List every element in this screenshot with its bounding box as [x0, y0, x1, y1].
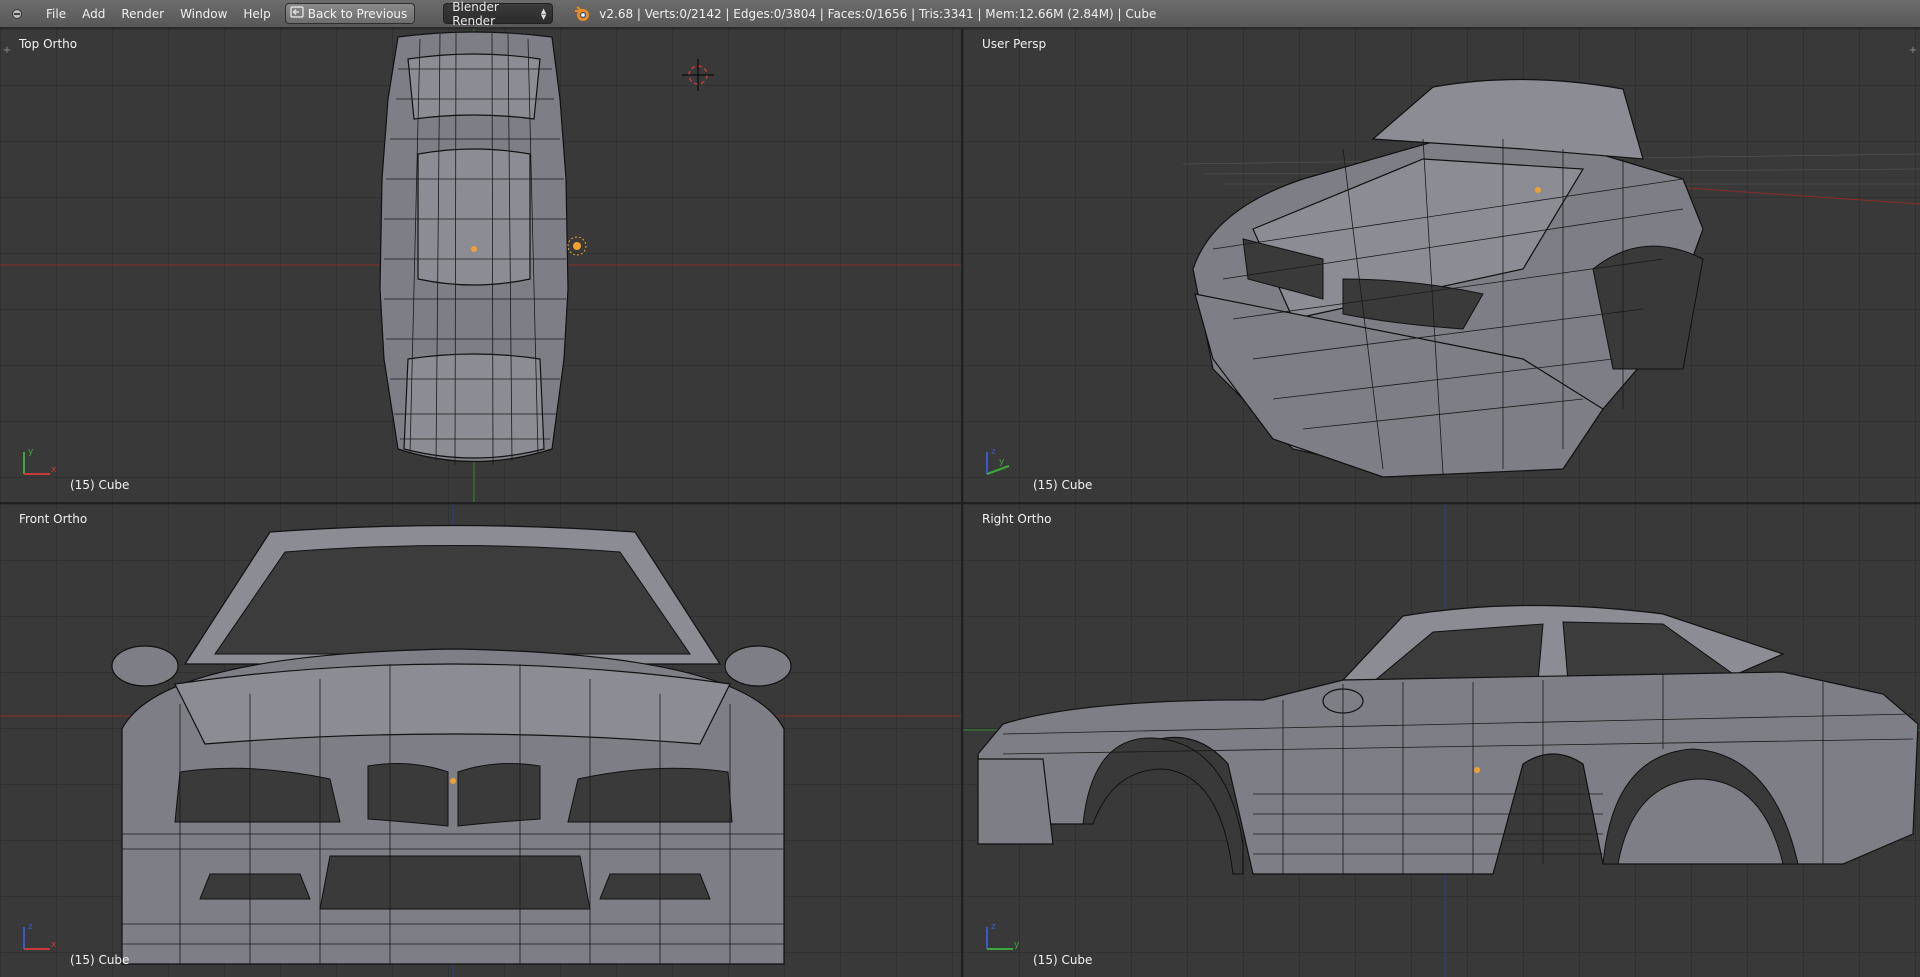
viewport-title: User Persp: [982, 37, 1047, 51]
object-label: (15) Cube: [70, 478, 130, 492]
viewport-title: Front Ortho: [19, 512, 88, 526]
axis-gizmo-icon: z x: [23, 922, 57, 950]
axis-label-y: y: [28, 447, 34, 457]
axis-label-y: y: [999, 457, 1005, 467]
viewport-title: Right Ortho: [982, 512, 1052, 526]
scene-statistics: v2.68 | Verts:0/2142 | Edges:0/3804 | Fa…: [599, 6, 1157, 21]
top-view-car-mesh: [0, 29, 961, 502]
info-editor-icon[interactable]: [6, 5, 28, 23]
axis-label-x: x: [51, 465, 57, 475]
object-label: (15) Cube: [1033, 478, 1093, 492]
menu-help[interactable]: Help: [235, 0, 278, 28]
updown-arrows-icon: ▲ ▼: [540, 6, 547, 21]
axis-label-z: z: [991, 447, 996, 457]
object-label: (15) Cube: [1033, 953, 1093, 967]
axis-gizmo-icon: z y: [986, 922, 1020, 950]
screen-back-icon: [290, 6, 304, 21]
object-label: (15) Cube: [70, 953, 130, 967]
perspective-car-mesh: [1182, 78, 1920, 478]
blender-logo-icon: [573, 5, 591, 23]
menu-render[interactable]: Render: [113, 0, 172, 28]
axis-gizmo-icon: y x: [23, 447, 57, 475]
axis-label-z: z: [28, 922, 33, 932]
menu-file[interactable]: File: [38, 0, 74, 28]
menu-add[interactable]: Add: [74, 0, 113, 28]
back-to-previous-label: Back to Previous: [307, 6, 408, 21]
info-header: File Add Render Window Help Back to Prev…: [0, 0, 1920, 28]
area-split-icon[interactable]: +: [2, 46, 12, 56]
viewport-top-ortho[interactable]: Top Ortho + y x (15) Cube: [0, 29, 961, 502]
render-engine-value: Blender Render: [452, 0, 499, 28]
side-view-car-mesh: [963, 504, 1920, 977]
viewport-title: Top Ortho: [19, 37, 78, 51]
viewport-front-ortho[interactable]: Front Ortho z x (15) Cube: [0, 504, 961, 977]
menu-window[interactable]: Window: [172, 0, 235, 28]
axis-label-z: z: [991, 922, 996, 932]
front-view-car-mesh: [0, 504, 961, 977]
back-to-previous-button[interactable]: Back to Previous: [284, 3, 416, 24]
area-split-icon[interactable]: +: [1908, 46, 1918, 56]
axis-gizmo-icon: z y: [986, 447, 1010, 475]
area-divider-horizontal[interactable]: [0, 502, 1920, 504]
axis-label-x: x: [51, 940, 57, 950]
axis-label-y: y: [1014, 940, 1020, 950]
viewport-right-ortho[interactable]: Right Ortho z y (15) Cube: [963, 504, 1920, 977]
viewport-user-persp[interactable]: User Persp + z y (15) Cube: [963, 29, 1920, 502]
render-engine-select[interactable]: Blender Render ▲ ▼: [443, 0, 554, 28]
